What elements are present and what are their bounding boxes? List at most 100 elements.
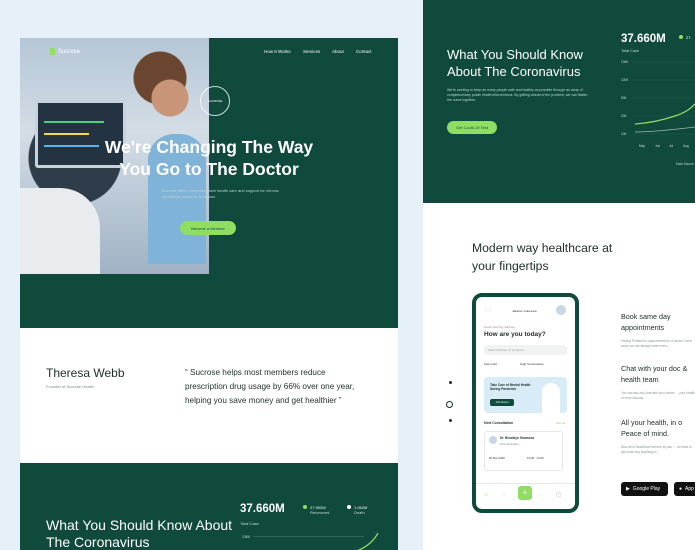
- feature-desc: Having Problem to appointment for a doct…: [621, 339, 693, 348]
- y-tick: 20K: [621, 114, 627, 118]
- doctor-name: Dr. Brooklyn Simmons: [500, 436, 535, 440]
- promo-title: Take Care of Mental Health During Pandem…: [490, 383, 531, 392]
- y-tick: 10K: [621, 132, 627, 136]
- phone-bottom-nav: ⌂ ♡ + ◌ ◯: [476, 483, 575, 509]
- feature-title: Chat with your doc & health team: [621, 364, 688, 384]
- y-tick: 100K: [621, 78, 629, 82]
- nav-services[interactable]: Services: [303, 49, 320, 54]
- feature-desc: Now all of healthcare service at your ..…: [621, 445, 692, 454]
- feature-title: Book same day appointments: [621, 312, 671, 332]
- logo-text: Sucrose: [58, 48, 81, 55]
- landing-page-mockup: Sucrose How It Works Services About Cont…: [20, 38, 398, 550]
- promo-card[interactable]: Take Care of Mental Health During Pandem…: [484, 377, 567, 413]
- profile-icon[interactable]: ◯: [556, 492, 562, 498]
- hero-title-line1: We're Changing The Way: [104, 137, 314, 157]
- testimonial-quote: “ Sucrose helps most members reduce pres…: [185, 368, 355, 405]
- axis-top-tick: 136K: [242, 535, 251, 539]
- testimonial-name: Theresa Webb: [46, 366, 125, 380]
- feature-title: All your health, in o Peace of mind.: [621, 418, 683, 438]
- recovered-label: Recovered: [310, 510, 330, 515]
- rt-recovered-dot-icon: [679, 35, 683, 39]
- next-consultation-heading: Next Consultation: [484, 421, 514, 425]
- rt-legend-recovered: 27.: [679, 35, 692, 40]
- doctor-figure: [542, 383, 560, 413]
- carousel-dot-active[interactable]: [446, 401, 453, 408]
- badge-text: SUCROSE: [207, 99, 223, 103]
- death-label: Death: [354, 510, 365, 515]
- testimonial-section: Theresa Webb Founder of Sucrose Health “…: [20, 328, 398, 463]
- phone-location[interactable]: Jakarta, Indonesia: [512, 309, 537, 313]
- see-all-link[interactable]: See All: [556, 421, 565, 425]
- x-tick: Jun: [655, 144, 661, 148]
- join-event-button[interactable]: Join Event: [490, 399, 514, 406]
- hero-subtitle: Sucrose offers comprehensive health care…: [162, 188, 279, 199]
- phone-avatar[interactable]: [556, 305, 566, 315]
- death-dot-icon: [347, 505, 351, 509]
- app-features-title: Modern way healthcare at your fingertips: [472, 241, 613, 273]
- coronavirus-stats-section: What You Should Know About The Coronavir…: [20, 463, 398, 550]
- app-features-section: Modern way healthcare at your fingertips…: [423, 203, 695, 550]
- get-covid-test-button[interactable]: Get Covid-19 Test: [447, 121, 497, 134]
- patient-figure: [20, 188, 100, 274]
- google-play-label: Google Play: [632, 486, 661, 492]
- x-tick: May: [639, 144, 646, 148]
- consultation-card[interactable]: Dr. Brooklyn Simmons Dermatologists 28 M…: [484, 431, 563, 471]
- chart-gridline: [254, 536, 364, 537]
- heart-icon[interactable]: ♡: [502, 492, 506, 498]
- rt-total-case-label: Total Case: [621, 49, 639, 53]
- y-tick: 50K: [621, 96, 627, 100]
- rotating-badge: SUCROSE: [200, 86, 230, 116]
- legend-recovered: 27.902M Recovered: [303, 505, 329, 515]
- chip-high-temperature[interactable]: High Temperature: [520, 362, 544, 366]
- nav-about[interactable]: About: [332, 49, 344, 54]
- hero-title-line2: You Go to The Doctor: [119, 159, 299, 179]
- phone-search-input[interactable]: Search Doctor or Symptom: [484, 345, 567, 355]
- app-store-button[interactable]: ● App: [674, 482, 695, 496]
- logo-icon: [50, 48, 55, 55]
- app-store-label: App: [685, 486, 694, 492]
- play-store-icon: ▶: [626, 486, 630, 492]
- testimonial-role: Founder of Sucrose Health: [46, 384, 94, 389]
- consultation-time: 13:00 - 14:00: [527, 456, 544, 460]
- doctor-avatar: [489, 436, 497, 444]
- hero-section: Sucrose How It Works Services About Cont…: [20, 38, 398, 328]
- become-member-button[interactable]: Become a Member: [180, 221, 236, 235]
- phone-menu-icon[interactable]: ⋮⋮: [484, 307, 492, 312]
- feature-desc: You can ask and chat with your doctor ..…: [621, 391, 695, 400]
- legend-death: 1.052M Death: [347, 505, 367, 515]
- carousel-dot[interactable]: [449, 419, 452, 422]
- google-play-button[interactable]: ▶ Google Play: [621, 482, 668, 496]
- chat-icon[interactable]: ◌: [539, 492, 542, 498]
- x-tick: Jul: [669, 144, 674, 148]
- recovered-dot-icon: [303, 505, 307, 509]
- chart-curve: [357, 533, 379, 550]
- coronavirus-title: What You Should Know About The Coronavir…: [447, 47, 583, 79]
- feature-item: All your health, in o Peace of mind. Now…: [621, 417, 695, 454]
- feature-item: Book same day appointments Having Proble…: [621, 311, 695, 348]
- y-tick: 136K: [621, 60, 629, 64]
- cases-line: [631, 61, 695, 135]
- feature-item: Chat with your doc & health team You can…: [621, 363, 695, 400]
- logo[interactable]: Sucrose: [50, 48, 80, 55]
- data-source-label: Data Source: [676, 162, 694, 166]
- rt-legend-value: 27.: [686, 35, 692, 40]
- stats-title: What You Should Know About The Coronavir…: [46, 517, 233, 550]
- nav-how-it-works[interactable]: How It Works: [264, 49, 291, 54]
- carousel-dot[interactable]: [449, 381, 452, 384]
- chip-fast-cold[interactable]: Fast Cold: [484, 362, 497, 366]
- total-case-label: Total Case: [240, 521, 259, 526]
- hero-title: We're Changing The Way You Go to The Doc…: [20, 136, 398, 180]
- coronavirus-info-section: What You Should Know About The Coronavir…: [423, 0, 695, 203]
- total-case-number: 37.660M: [240, 503, 285, 515]
- apple-icon: ●: [679, 486, 683, 492]
- nav-contact[interactable]: Contact: [356, 49, 372, 54]
- x-tick: Aug: [683, 144, 689, 148]
- phone-mockup: ⋮⋮ Jakarta, Indonesia Good morning, Zayn…: [472, 293, 579, 513]
- phone-greeting: Good morning, Zaynne: [484, 325, 515, 329]
- add-icon[interactable]: +: [518, 486, 532, 500]
- cases-chart: 136K 100K 50K 20K 10K May Jun Jul Aug: [621, 60, 695, 152]
- doctor-specialty: Dermatologists: [500, 442, 519, 446]
- coronavirus-body: We're working to keep as many people saf…: [447, 88, 588, 102]
- phone-question: How are you today?: [484, 331, 546, 338]
- home-icon[interactable]: ⌂: [484, 492, 488, 498]
